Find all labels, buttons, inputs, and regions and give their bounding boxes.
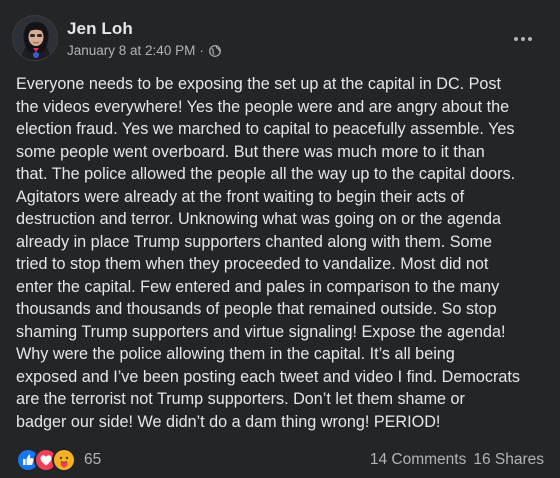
author-name[interactable]: Jen Loh [67, 19, 133, 39]
meta-separator: · [199, 43, 204, 58]
reaction-count: 65 [84, 451, 102, 468]
more-options-icon[interactable] [506, 28, 540, 50]
comments-count-link[interactable]: 14 Comments [370, 451, 466, 469]
avatar[interactable] [12, 15, 58, 61]
care-reaction-icon [52, 448, 76, 472]
post-timestamp[interactable]: January 8 at 2:40 PM [67, 43, 195, 58]
shares-count-link[interactable]: 16 Shares [473, 451, 544, 469]
post-meta: January 8 at 2:40 PM · [67, 43, 221, 58]
globe-icon[interactable] [208, 44, 221, 57]
engagement-counts: 14 Comments 16 Shares [370, 451, 544, 469]
facebook-post: Jen Loh January 8 at 2:40 PM · Everyone … [0, 0, 560, 478]
post-body: Everyone needs to be exposing the set up… [16, 75, 520, 431]
reactions-summary[interactable]: 65 [16, 448, 101, 472]
post-footer: 65 14 Comments 16 Shares [16, 448, 544, 472]
